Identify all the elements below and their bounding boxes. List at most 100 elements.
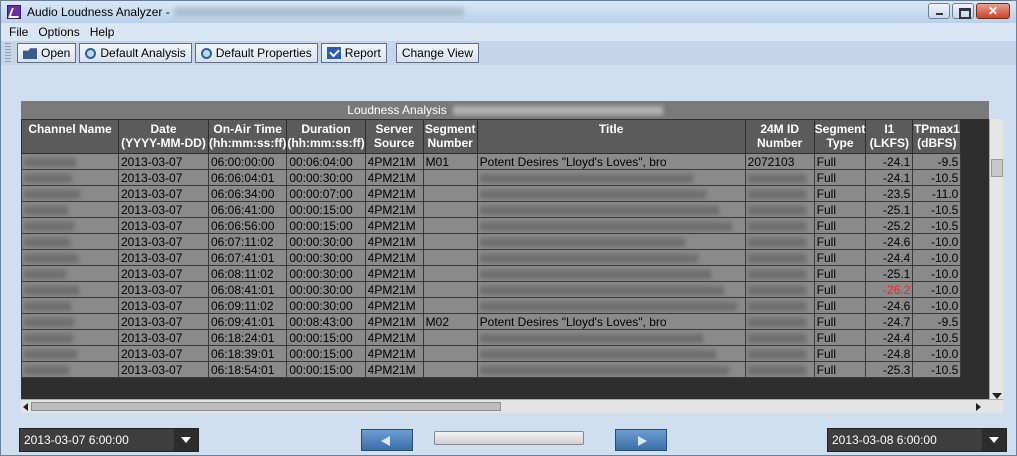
column-header-label: Server [375, 122, 413, 136]
column-header-sublabel: Type [826, 136, 854, 150]
table-row[interactable]: 2013-03-07 06:07:41:01 00:00:30:00 4PM21M Fu… [21, 249, 962, 266]
table-row[interactable]: 2013-03-07 06:18:24:01 00:00:15:00 4PM21M Fu… [21, 329, 962, 346]
title-cell [476, 361, 746, 378]
chevron-down-icon[interactable] [174, 429, 198, 451]
column-header[interactable]: Segment Number [422, 119, 478, 154]
minimize-icon[interactable] [928, 3, 950, 19]
table-row[interactable]: 2013-03-07 06:18:39:01 00:00:15:00 4PM21M Fu… [21, 345, 962, 362]
on-air-time-cell: 06:06:56:00 [207, 217, 288, 234]
id-number-cell [744, 265, 815, 282]
default-analysis-button[interactable]: Default Analysis [79, 43, 192, 63]
scroll-left-icon[interactable] [23, 403, 28, 411]
column-header[interactable]: I1 (LKFS) [865, 119, 914, 154]
menu-file[interactable]: File [9, 25, 28, 39]
i1-lkfs-cell: -24.7 [865, 313, 914, 330]
table-row[interactable]: 2013-03-07 06:06:41:00 00:00:15:00 4PM21M Fu… [21, 201, 962, 218]
maximize-icon[interactable] [952, 3, 974, 19]
id-number-cell [744, 217, 815, 234]
date-cell: 2013-03-07 [118, 281, 209, 298]
table-row[interactable]: 2013-03-07 06:08:11:02 00:00:30:00 4PM21M Fu… [21, 265, 962, 282]
start-date-select[interactable]: 2013-03-07 6:00:00 [19, 428, 199, 452]
server-source-cell: 4PM21M [364, 169, 424, 186]
column-header[interactable]: Title [476, 119, 746, 154]
column-header[interactable]: Duration (hh:mm:ss:ff) [286, 119, 366, 154]
table-row[interactable]: 2013-03-07 06:00:00:00 00:06:04:00 4PM21M M0… [21, 153, 962, 170]
table-row[interactable]: 2013-03-07 06:18:54:01 00:00:15:00 4PM21M Fu… [21, 361, 962, 378]
table-row[interactable]: 2013-03-07 06:07:11:02 00:00:30:00 4PM21M Fu… [21, 233, 962, 250]
redacted-text [24, 269, 66, 279]
column-header-sublabel: (YYYY-MM-DD) [121, 136, 206, 150]
column-header-sublabel: Number [427, 136, 473, 150]
id-number-cell [744, 345, 815, 362]
redacted-text [479, 205, 719, 215]
tpmax-cell: -10.5 [912, 361, 962, 378]
channel-name-cell [21, 313, 119, 330]
i1-lkfs-cell: -25.3 [865, 361, 914, 378]
i1-lkfs-cell: -24.8 [865, 345, 914, 362]
date-cell: 2013-03-07 [118, 249, 209, 266]
segment-number-cell [422, 169, 478, 186]
segment-type-cell: Full [813, 345, 867, 362]
date-cell: 2013-03-07 [118, 361, 209, 378]
column-header[interactable]: Segment Type [813, 119, 867, 154]
scroll-right-icon[interactable] [976, 403, 981, 411]
menu-options[interactable]: Options [38, 25, 79, 39]
redacted-text [479, 237, 685, 247]
magnifier-icon [85, 47, 97, 59]
next-button[interactable] [615, 429, 667, 451]
duration-cell: 00:00:30:00 [286, 281, 366, 298]
column-header[interactable]: On-Air Time (hh:mm:ss:ff) [207, 119, 288, 154]
channel-name-cell [21, 185, 119, 202]
segment-number-cell [422, 233, 478, 250]
title-cell [476, 249, 746, 266]
i1-lkfs-cell: -26.2 [865, 281, 914, 298]
redacted-text [479, 333, 703, 343]
server-source-cell: 4PM21M [364, 265, 424, 282]
on-air-time-cell: 06:08:11:02 [207, 265, 288, 282]
on-air-time-cell: 06:09:11:02 [207, 297, 288, 314]
default-analysis-label: Default Analysis [100, 46, 186, 60]
vertical-scrollbar[interactable] [989, 119, 1003, 399]
column-header[interactable]: Server Source [364, 119, 424, 154]
menu-help[interactable]: Help [90, 25, 115, 39]
redacted-text [24, 365, 69, 375]
column-header[interactable]: Date (YYYY-MM-DD) [118, 119, 209, 154]
horizontal-scrollbar[interactable] [21, 399, 1003, 413]
title-cell [476, 233, 746, 250]
footer-bar: 2013-03-07 6:00:00 2013-03-08 6:00:00 [1, 415, 1016, 455]
redacted-text [24, 173, 72, 183]
title-cell [476, 297, 746, 314]
chevron-down-icon[interactable] [982, 429, 1006, 451]
id-number-cell [744, 249, 815, 266]
table-row[interactable]: 2013-03-07 06:09:41:01 00:08:43:00 4PM21M M0… [21, 313, 962, 330]
arrow-left-icon [381, 436, 390, 446]
close-icon[interactable] [976, 3, 1010, 19]
segment-type-cell: Full [813, 265, 867, 282]
horizontal-scroll-thumb[interactable] [31, 402, 501, 411]
report-button[interactable]: Report [320, 43, 387, 63]
toolbar-grip[interactable] [5, 43, 11, 63]
segment-number-cell: M01 [422, 153, 478, 170]
column-header[interactable]: 24M ID Number [744, 119, 815, 154]
checkmark-icon [326, 47, 341, 59]
duration-cell: 00:00:15:00 [286, 345, 366, 362]
redacted-text [479, 221, 732, 231]
title-cell [476, 329, 746, 346]
server-source-cell: 4PM21M [364, 281, 424, 298]
table-row[interactable]: 2013-03-07 06:09:11:02 00:00:30:00 4PM21M Fu… [21, 297, 962, 314]
channel-name-cell [21, 169, 119, 186]
column-header[interactable]: TPmax1 (dBFS) [912, 119, 962, 154]
vertical-scroll-thumb[interactable] [991, 159, 1003, 177]
column-header[interactable]: Channel Name [21, 119, 119, 154]
table-row[interactable]: 2013-03-07 06:08:41:01 00:00:30:00 4PM21M Fu… [21, 281, 962, 298]
change-view-button[interactable]: Change View [395, 43, 479, 63]
table-row[interactable]: 2013-03-07 06:06:34:00 00:00:07:00 4PM21M Fu… [21, 185, 962, 202]
previous-button[interactable] [361, 429, 413, 451]
table-row[interactable]: 2013-03-07 06:06:04:01 00:00:30:00 4PM21M Fu… [21, 169, 962, 186]
date-cell: 2013-03-07 [118, 153, 209, 170]
table-row[interactable]: 2013-03-07 06:06:56:00 00:00:15:00 4PM21M Fu… [21, 217, 962, 234]
end-date-select[interactable]: 2013-03-08 6:00:00 [827, 428, 1007, 452]
open-button[interactable]: Open [17, 43, 77, 63]
default-properties-button[interactable]: Default Properties [194, 43, 318, 63]
segment-type-cell: Full [813, 169, 867, 186]
